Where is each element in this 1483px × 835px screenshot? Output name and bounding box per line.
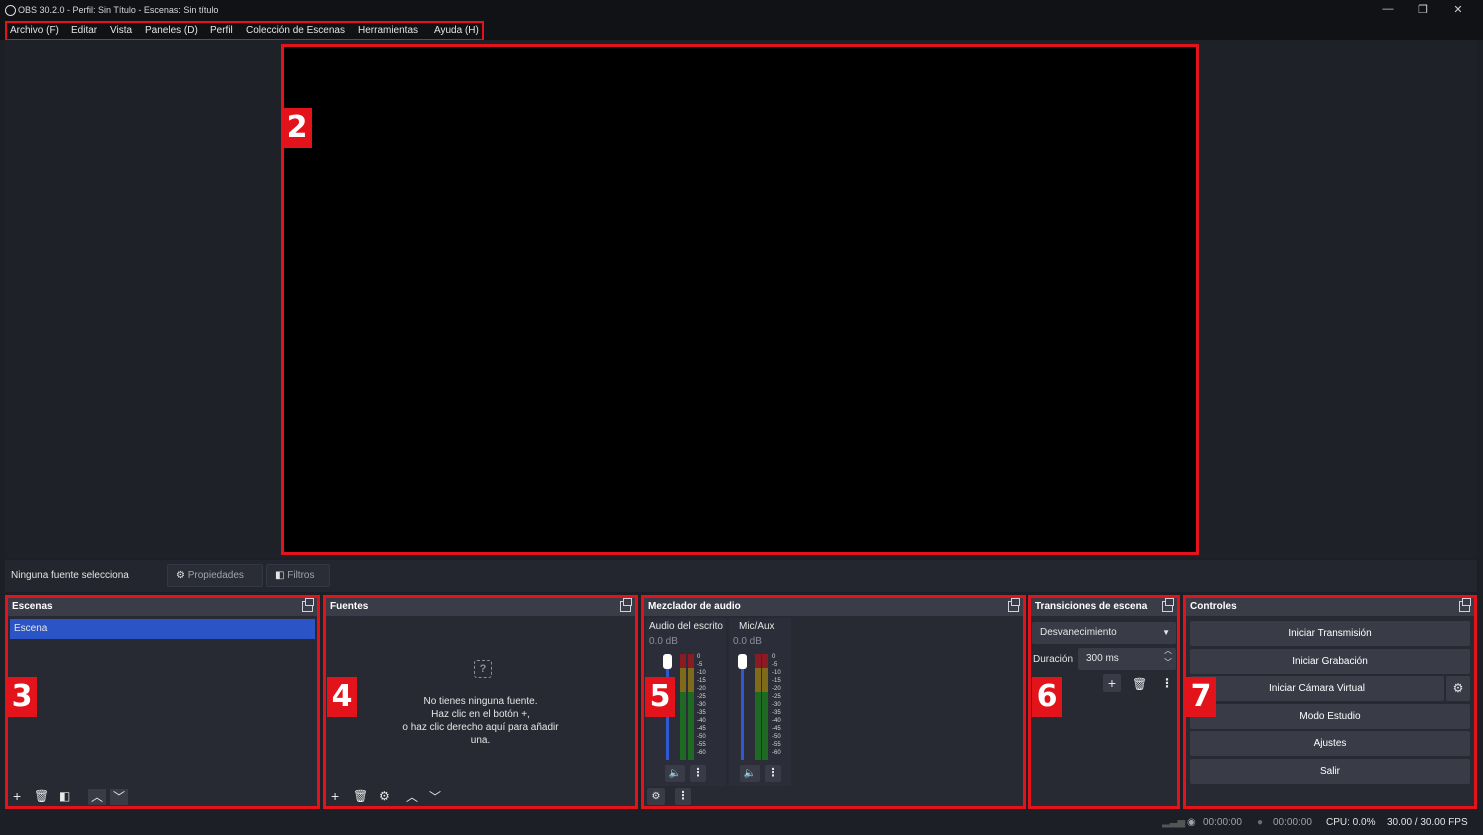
sources-dock: Fuentes ? No tienes ninguna fuente. Haz …: [323, 595, 638, 809]
badge-3: 3: [7, 677, 37, 717]
controls-dock: Controles Iniciar Transmisión Iniciar Gr…: [1183, 595, 1477, 809]
badge-4: 4: [327, 677, 357, 717]
move-up-icon[interactable]: ︿: [406, 789, 418, 805]
channel-menu-icon[interactable]: ⋮: [690, 765, 706, 782]
badge-5: 5: [645, 677, 675, 717]
empty-line-3: o haz clic derecho aquí para añadir: [402, 722, 559, 733]
transition-selected-value: Desvanecimiento: [1040, 627, 1117, 638]
settings-button[interactable]: Ajustes: [1190, 731, 1470, 756]
undock-icon[interactable]: [620, 598, 632, 612]
volume-slider-handle[interactable]: [663, 654, 672, 669]
cpu-usage: CPU: 0.0%: [1326, 817, 1376, 828]
transition-menu-icon[interactable]: ⋮: [1161, 675, 1173, 691]
mute-speaker-icon[interactable]: 🔈: [665, 765, 685, 782]
title-bar: OBS 30.2.0 - Perfil: Sin Título - Escena…: [0, 0, 1483, 22]
start-streaming-button[interactable]: Iniciar Transmisión: [1190, 621, 1470, 646]
scene-filters-icon[interactable]: ◧: [59, 788, 70, 804]
filters-label: Filtros: [287, 570, 315, 581]
question-icon: ?: [474, 660, 492, 678]
move-down-icon[interactable]: ﹀: [429, 789, 441, 805]
mute-speaker-icon[interactable]: 🔈: [740, 765, 760, 782]
studio-mode-button[interactable]: Modo Estudio: [1190, 704, 1470, 729]
source-settings-icon[interactable]: ⚙: [379, 788, 390, 804]
volume-slider-track[interactable]: [741, 656, 744, 760]
status-bar: ▂▃▅ ◉ 00:00:00 ● 00:00:00 CPU: 0.0% 30.0…: [0, 810, 1483, 835]
spinner-arrows-icon[interactable]: ︿ ﹀: [1164, 645, 1172, 669]
filter-icon: ◧: [275, 570, 285, 581]
sources-dock-title: Fuentes: [326, 598, 635, 616]
record-icon: ●: [1257, 817, 1264, 828]
add-source-icon[interactable]: +: [331, 788, 339, 804]
channel-menu-icon[interactable]: ⋮: [765, 765, 781, 782]
move-up-icon[interactable]: ︿: [88, 789, 107, 805]
restore-button[interactable]: ❐: [1408, 3, 1438, 16]
sources-empty-message: No tienes ninguna fuente. Haz clic en el…: [326, 695, 635, 747]
properties-button[interactable]: ⚙ Propiedades: [167, 564, 263, 587]
volume-slider-handle[interactable]: [738, 654, 747, 669]
duration-value: 300 ms: [1086, 653, 1119, 664]
channel-name: Mic/Aux: [739, 621, 775, 632]
remove-source-icon[interactable]: 🗑: [353, 788, 368, 804]
exit-button[interactable]: Salir: [1190, 759, 1470, 784]
audio-mixer-dock: Mezclador de audio Audio del escrito 0.0…: [641, 595, 1026, 809]
duration-label: Duración: [1033, 654, 1074, 665]
network-signal-icon: ▂▃▅: [1162, 817, 1186, 828]
window-title: OBS 30.2.0 - Perfil: Sin Título - Escena…: [18, 5, 219, 15]
remove-scene-icon[interactable]: 🗑: [34, 788, 49, 804]
badge-2: 2: [282, 108, 312, 148]
duration-spinbox[interactable]: 300 ms ︿ ﹀: [1078, 645, 1176, 670]
minimize-button[interactable]: —: [1373, 3, 1403, 15]
channel-name: Audio del escrito: [649, 621, 723, 632]
add-scene-icon[interactable]: +: [13, 788, 21, 804]
remove-transition-icon[interactable]: 🗑: [1132, 676, 1147, 692]
transitions-dock-title: Transiciones de escena: [1031, 598, 1177, 616]
stream-time: 00:00:00: [1203, 817, 1242, 828]
channel-level: 0.0 dB: [649, 636, 678, 647]
close-button[interactable]: ✕: [1443, 3, 1473, 16]
undock-icon[interactable]: [1162, 598, 1174, 612]
source-toolbar: Ninguna fuente selecciona ⚙ Propiedades …: [5, 560, 1477, 592]
scene-item[interactable]: Escena: [10, 619, 315, 639]
stream-icon: ◉: [1187, 817, 1196, 828]
audio-channel-mic: Mic/Aux 0.0 dB 0 -5 -10 -15 -20 -25 -30 …: [729, 618, 791, 786]
menu-highlight-box: [5, 21, 484, 41]
start-virtual-camera-button[interactable]: Iniciar Cámara Virtual: [1190, 676, 1444, 701]
virtual-camera-gear-icon[interactable]: ⚙: [1446, 676, 1470, 701]
empty-line-4: una.: [470, 735, 491, 746]
channel-level: 0.0 dB: [733, 636, 762, 647]
fps-counter: 30.00 / 30.00 FPS: [1387, 817, 1468, 828]
add-transition-icon[interactable]: +: [1103, 674, 1121, 692]
obs-logo-icon: [5, 5, 16, 16]
record-time: 00:00:00: [1273, 817, 1312, 828]
undock-icon[interactable]: [302, 598, 314, 612]
mixer-dock-title: Mezclador de audio: [644, 598, 1023, 616]
transition-select[interactable]: Desvanecimiento ▼: [1032, 622, 1176, 644]
chevron-down-icon: ▼: [1162, 628, 1170, 637]
meter-scale: 0 -5 -10 -15 -20 -25 -30 -35 -40 -45 -50…: [772, 654, 781, 756]
undock-icon[interactable]: [1008, 598, 1020, 612]
filters-button[interactable]: ◧ Filtros: [266, 564, 330, 587]
badge-6: 6: [1032, 677, 1062, 717]
meter-scale: 0 -5 -10 -15 -20 -25 -30 -35 -40 -45 -50…: [697, 654, 706, 756]
undock-icon[interactable]: [1459, 598, 1471, 612]
properties-label: Propiedades: [187, 570, 244, 581]
scenes-dock: Escenas Escena + 🗑 ◧ ︿ ﹀: [5, 595, 320, 809]
selected-source-label: Ninguna fuente selecciona: [11, 570, 129, 581]
badge-7: 7: [1186, 677, 1216, 717]
advanced-audio-gear-icon[interactable]: ⚙: [647, 788, 665, 805]
preview-canvas[interactable]: [281, 44, 1199, 555]
controls-dock-title: Controles: [1186, 598, 1474, 616]
empty-line-1: No tienes ninguna fuente.: [423, 696, 538, 707]
scenes-dock-title: Escenas: [8, 598, 317, 616]
move-down-icon[interactable]: ﹀: [110, 789, 129, 805]
mixer-menu-icon[interactable]: ⋮: [675, 788, 691, 805]
gear-icon: ⚙: [176, 570, 185, 581]
empty-line-2: Haz clic en el botón +,: [431, 709, 530, 720]
start-recording-button[interactable]: Iniciar Grabación: [1190, 649, 1470, 674]
